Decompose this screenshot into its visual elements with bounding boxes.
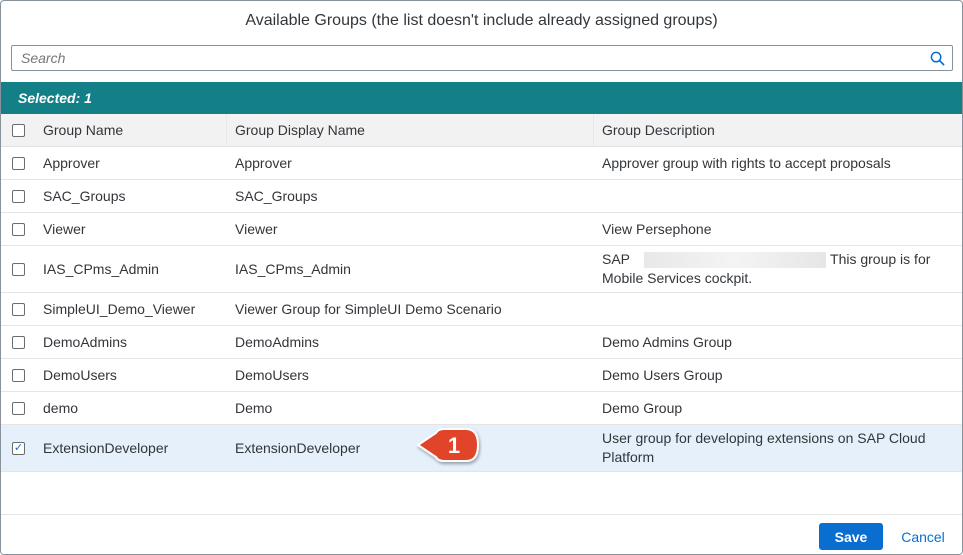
- dialog-title: Available Groups (the list doesn't inclu…: [245, 12, 718, 29]
- row-checkbox-cell[interactable]: [1, 392, 35, 424]
- group-name: DemoUsers: [43, 366, 117, 383]
- group-name: SimpleUI_Demo_Viewer: [43, 300, 196, 317]
- table-row[interactable]: SAC_Groups SAC_Groups: [1, 180, 962, 213]
- row-checkbox[interactable]: [12, 262, 25, 276]
- group-display-name: DemoUsers: [235, 366, 309, 383]
- row-checkbox[interactable]: [12, 222, 25, 236]
- row-checkbox-cell[interactable]: [1, 213, 35, 245]
- group-description: [594, 180, 962, 212]
- row-checkbox-cell[interactable]: ✓: [1, 425, 35, 471]
- available-groups-dialog: Available Groups (the list doesn't inclu…: [0, 0, 963, 555]
- table-row[interactable]: DemoAdmins DemoAdmins Demo Admins Group: [1, 326, 962, 359]
- row-checkbox-cell[interactable]: [1, 246, 35, 292]
- group-description: Demo Users Group: [602, 366, 723, 383]
- row-checkbox-checked[interactable]: ✓: [12, 441, 25, 455]
- dialog-header: Available Groups (the list doesn't inclu…: [1, 1, 962, 41]
- row-checkbox[interactable]: [12, 156, 25, 170]
- group-description: Approver group with rights to accept pro…: [602, 154, 891, 171]
- group-name: Viewer: [43, 220, 86, 237]
- table-row[interactable]: IAS_CPms_Admin IAS_CPms_Admin SAP This gr…: [1, 246, 962, 293]
- group-description: SAP This group is for Mobile Services coc…: [594, 246, 962, 292]
- dialog-footer: Save Cancel: [1, 514, 962, 554]
- table-row[interactable]: Approver Approver Approver group with ri…: [1, 147, 962, 180]
- description-prefix: SAP: [602, 251, 631, 267]
- step-1-number: 1: [447, 433, 461, 458]
- row-checkbox[interactable]: [12, 335, 25, 349]
- step-1-callout: 1: [414, 425, 482, 467]
- redacted-text: [644, 252, 827, 269]
- group-description: View Persephone: [602, 220, 712, 237]
- table-header-row: Group Name Group Display Name Group Desc…: [1, 114, 962, 147]
- group-name: demo: [43, 399, 79, 416]
- row-checkbox[interactable]: [12, 368, 25, 382]
- group-name: ExtensionDeveloper: [43, 439, 169, 456]
- group-description: Demo Group: [602, 399, 683, 416]
- table-row[interactable]: DemoUsers DemoUsers Demo Users Group: [1, 359, 962, 392]
- group-display-name: DemoAdmins: [235, 333, 320, 350]
- group-display-name: Approver: [235, 154, 292, 171]
- group-display-name: SAC_Groups: [235, 187, 318, 204]
- search-input[interactable]: [12, 46, 922, 70]
- group-description: User group for developing extensions on …: [594, 425, 962, 471]
- group-description: [594, 293, 962, 325]
- group-name: DemoAdmins: [43, 333, 128, 350]
- selected-count: Selected: 1: [18, 90, 92, 106]
- group-display-name: Viewer Group for SimpleUI Demo Scenario: [235, 300, 502, 317]
- group-name: SAC_Groups: [43, 187, 126, 204]
- group-name: Approver: [43, 154, 100, 171]
- search-icon[interactable]: [926, 48, 948, 68]
- group-display-name: Demo: [235, 399, 273, 416]
- table-row[interactable]: demo Demo Demo Group: [1, 392, 962, 425]
- row-checkbox[interactable]: [12, 401, 25, 415]
- select-all-checkbox[interactable]: [12, 123, 25, 137]
- table-row[interactable]: Viewer Viewer View Persephone: [1, 213, 962, 246]
- row-checkbox[interactable]: [12, 302, 25, 316]
- groups-table: Group Name Group Display Name Group Desc…: [1, 114, 962, 472]
- search-field[interactable]: [11, 45, 953, 71]
- row-checkbox-cell[interactable]: [1, 293, 35, 325]
- save-button[interactable]: Save: [819, 523, 883, 550]
- group-description: Demo Admins Group: [602, 333, 732, 350]
- table-row[interactable]: SimpleUI_Demo_Viewer Viewer Group for Si…: [1, 293, 962, 326]
- group-display-name: Viewer: [235, 220, 278, 237]
- row-checkbox-cell[interactable]: [1, 326, 35, 358]
- select-all-cell[interactable]: [1, 114, 35, 146]
- group-display-name: ExtensionDeveloper: [235, 439, 361, 456]
- row-checkbox-cell[interactable]: [1, 147, 35, 179]
- column-header-group-display-name[interactable]: Group Display Name: [227, 114, 594, 146]
- column-header-group-name[interactable]: Group Name: [35, 114, 227, 146]
- description-line2: Mobile Services cockpit.: [602, 270, 753, 286]
- row-checkbox-cell[interactable]: [1, 180, 35, 212]
- description-line2: Platform: [602, 449, 655, 465]
- table-toolbar: Selected: 1: [1, 82, 962, 114]
- column-header-group-description[interactable]: Group Description: [594, 114, 962, 146]
- row-checkbox-cell[interactable]: [1, 359, 35, 391]
- row-checkbox[interactable]: [12, 189, 25, 203]
- group-name: IAS_CPms_Admin: [43, 260, 159, 277]
- description-suffix: This group is for: [830, 251, 931, 267]
- cancel-button[interactable]: Cancel: [893, 523, 953, 550]
- description-line1: User group for developing extensions on …: [602, 430, 926, 446]
- group-display-name: IAS_CPms_Admin: [235, 260, 351, 277]
